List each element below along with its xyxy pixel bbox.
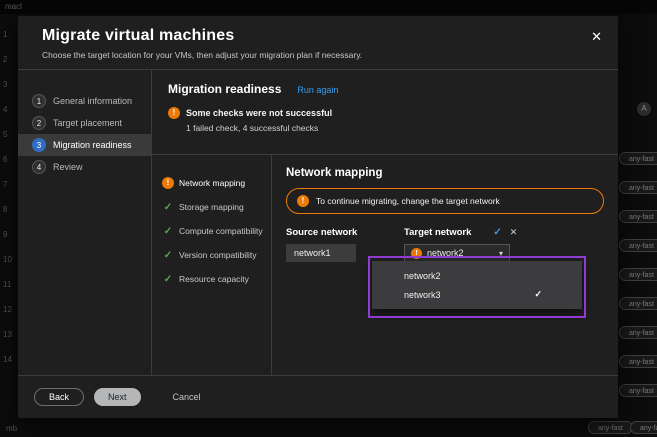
source-network-header: Source network [286, 227, 404, 238]
step-label: General information [53, 96, 132, 106]
migrate-vms-modal: Migrate virtual machines Choose the targ… [18, 16, 618, 418]
check-item-storage-mapping[interactable]: ✓ Storage mapping [162, 195, 271, 219]
alert-text: To continue migrating, change the target… [316, 196, 500, 206]
wizard-step-target-placement[interactable]: 2 Target placement [18, 112, 151, 134]
success-check-icon: ✓ [162, 274, 174, 285]
target-network-header: Target network [404, 227, 471, 238]
checks-summary-title: Some checks were not successful [186, 108, 332, 118]
step-content: Migration readiness Run again ! Some che… [152, 70, 618, 375]
checks-list: ! Network mapping ✓ Storage mapping ✓ Co… [152, 155, 272, 375]
readiness-title: Migration readiness [168, 82, 281, 96]
check-item-resource-capacity[interactable]: ✓ Resource capacity [162, 267, 271, 291]
check-item-compute-compatibility[interactable]: ✓ Compute compatibility [162, 219, 271, 243]
target-network-value: network2 [427, 248, 494, 258]
next-button[interactable]: Next [94, 388, 141, 406]
success-check-icon: ✓ [162, 250, 174, 261]
success-check-icon: ✓ [162, 226, 174, 237]
source-network-value: network1 [286, 244, 356, 262]
step-number-badge: 1 [32, 94, 46, 108]
modal-header: Migrate virtual machines Choose the targ… [18, 16, 618, 70]
network-mapping-detail: Network mapping ! To continue migrating,… [272, 155, 618, 375]
selected-check-icon: ✓ [534, 289, 542, 300]
dropdown-option-network2[interactable]: network2 [372, 266, 582, 285]
dropdown-option-network3[interactable]: network3 ✓ [372, 285, 582, 304]
check-item-network-mapping[interactable]: ! Network mapping [162, 171, 271, 195]
wizard-step-review[interactable]: 4 Review [18, 156, 151, 178]
warning-icon: ! [168, 107, 180, 119]
modal-body: 1 General information 2 Target placement… [18, 70, 618, 375]
warning-icon: ! [162, 177, 174, 189]
success-check-icon: ✓ [162, 202, 174, 213]
check-label: Compute compatibility [179, 226, 263, 236]
check-label: Storage mapping [179, 202, 244, 212]
step-number-badge: 3 [32, 138, 46, 152]
chevron-down-icon: ▾ [499, 249, 503, 258]
run-again-link[interactable]: Run again [297, 85, 338, 95]
mapping-headers: Source network Target network ✓ ✕ [286, 227, 604, 238]
check-label: Network mapping [179, 178, 245, 188]
check-label: Resource capacity [179, 274, 249, 284]
wizard-step-general-information[interactable]: 1 General information [18, 90, 151, 112]
modal-subtitle: Choose the target location for your VMs,… [42, 50, 594, 60]
wizard-nav: 1 General information 2 Target placement… [18, 70, 152, 375]
target-network-select[interactable]: ! network2 ▾ [404, 244, 510, 262]
detail-title: Network mapping [286, 167, 604, 179]
wizard-step-migration-readiness[interactable]: 3 Migration readiness [18, 134, 151, 156]
warning-alert: ! To continue migrating, change the targ… [286, 188, 604, 214]
check-label: Version compatibility [179, 250, 256, 260]
modal-footer: Back Next Cancel [18, 375, 618, 418]
warning-icon: ! [411, 248, 422, 259]
modal-title: Migrate virtual machines [42, 27, 594, 45]
warning-icon: ! [297, 195, 309, 207]
screen: { "background": { "top_left_fragment": "… [0, 0, 657, 437]
step-number-badge: 2 [32, 116, 46, 130]
readiness-summary: Migration readiness Run again ! Some che… [152, 70, 618, 155]
cancel-x-icon[interactable]: ✕ [510, 227, 518, 238]
mapping-values: network1 ! network2 ▾ [286, 244, 604, 262]
step-label: Target placement [53, 118, 122, 128]
step-number-badge: 4 [32, 160, 46, 174]
option-label: network2 [404, 271, 441, 281]
step-label: Migration readiness [53, 140, 132, 150]
check-item-version-compatibility[interactable]: ✓ Version compatibility [162, 243, 271, 267]
readiness-panel: ! Network mapping ✓ Storage mapping ✓ Co… [152, 155, 618, 375]
close-icon[interactable]: ✕ [591, 30, 602, 43]
option-label: network3 [404, 290, 441, 300]
checks-summary-detail: 1 failed check, 4 successful checks [186, 123, 602, 133]
target-network-dropdown: network2 network3 ✓ [372, 261, 582, 309]
step-label: Review [53, 162, 83, 172]
back-button[interactable]: Back [34, 388, 84, 406]
confirm-check-icon[interactable]: ✓ [493, 227, 501, 238]
cancel-button[interactable]: Cancel [159, 388, 215, 406]
